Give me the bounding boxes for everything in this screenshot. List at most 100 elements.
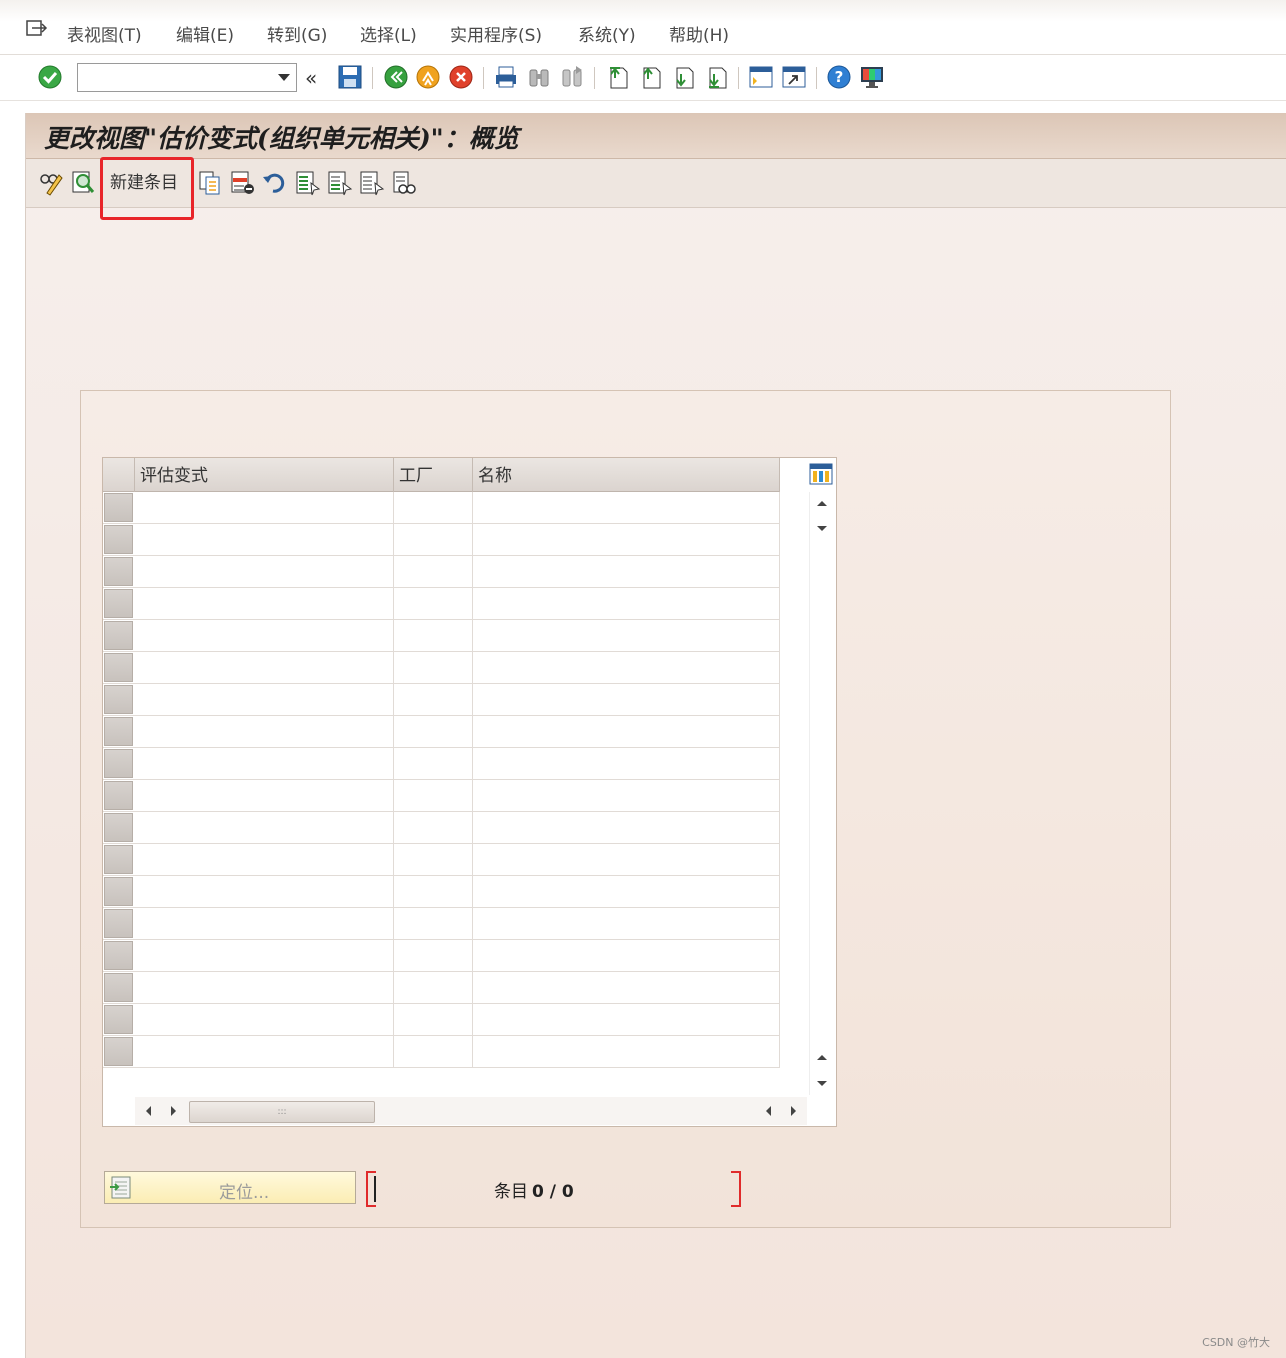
table-cell[interactable] — [394, 908, 473, 940]
page-up-icon[interactable] — [810, 1046, 834, 1070]
find-icon[interactable] — [526, 64, 552, 90]
create-session-icon[interactable] — [748, 64, 774, 90]
table-cell[interactable] — [473, 652, 780, 684]
table-cell[interactable] — [473, 556, 780, 588]
column-settings-icon[interactable] — [809, 462, 833, 486]
copy-as-icon[interactable] — [197, 169, 224, 196]
table-cell[interactable] — [394, 588, 473, 620]
table-cell[interactable] — [394, 492, 473, 524]
row-selector[interactable] — [104, 941, 133, 970]
back-icon[interactable] — [383, 64, 409, 90]
select-all-icon[interactable] — [294, 169, 321, 196]
enter-icon[interactable] — [37, 64, 63, 90]
table-cell[interactable] — [473, 524, 780, 556]
menu-help[interactable]: 帮助(H) — [669, 21, 729, 46]
table-cell[interactable] — [473, 908, 780, 940]
table-cell[interactable] — [394, 684, 473, 716]
column-header-name[interactable]: 名称 — [473, 458, 780, 492]
row-selector[interactable] — [104, 1037, 133, 1066]
scroll-down-icon[interactable] — [810, 1071, 834, 1095]
last-page-icon[interactable] — [703, 64, 729, 90]
menu-table-view[interactable]: 表视图(T) — [67, 21, 142, 46]
table-cell[interactable] — [135, 812, 394, 844]
menu-goto[interactable]: 转到(G) — [267, 21, 327, 46]
row-selector[interactable] — [104, 589, 133, 618]
table-cell[interactable] — [135, 588, 394, 620]
row-selector[interactable] — [104, 973, 133, 1002]
row-selector[interactable] — [104, 525, 133, 554]
table-cell[interactable] — [135, 972, 394, 1004]
scroll-left-icon[interactable] — [137, 1099, 161, 1123]
table-cell[interactable] — [473, 876, 780, 908]
menu-system[interactable]: 系统(Y) — [578, 21, 636, 46]
row-selector[interactable] — [104, 1005, 133, 1034]
vertical-scrollbar[interactable] — [809, 492, 833, 1095]
table-cell[interactable] — [473, 748, 780, 780]
page-down-icon[interactable] — [810, 516, 834, 540]
row-selector[interactable] — [104, 557, 133, 586]
table-cell[interactable] — [135, 492, 394, 524]
row-selector[interactable] — [104, 781, 133, 810]
table-cell[interactable] — [473, 780, 780, 812]
customize-layout-icon[interactable] — [859, 64, 885, 90]
table-cell[interactable] — [473, 492, 780, 524]
chevron-down-icon[interactable] — [278, 74, 290, 81]
row-selector[interactable] — [104, 685, 133, 714]
command-input[interactable] — [78, 64, 268, 91]
table-cell[interactable] — [473, 716, 780, 748]
table-cell[interactable] — [135, 780, 394, 812]
command-field[interactable] — [77, 63, 297, 92]
table-cell[interactable] — [473, 1004, 780, 1036]
table-cell[interactable] — [473, 940, 780, 972]
next-page-icon[interactable] — [670, 64, 696, 90]
first-page-icon[interactable] — [604, 64, 630, 90]
menu-edit[interactable]: 编辑(E) — [176, 21, 234, 46]
deselect-all-icon[interactable] — [358, 169, 385, 196]
table-cell[interactable] — [394, 620, 473, 652]
scroll-right-end-icon[interactable] — [781, 1099, 805, 1123]
table-cell[interactable] — [135, 716, 394, 748]
row-selector[interactable] — [104, 749, 133, 778]
table-cell[interactable] — [394, 524, 473, 556]
table-cell[interactable] — [135, 620, 394, 652]
menu-selection[interactable]: 选择(L) — [360, 21, 417, 46]
system-menu-icon[interactable] — [26, 20, 48, 38]
scroll-left-end-icon[interactable] — [757, 1099, 781, 1123]
select-all-corner[interactable] — [103, 458, 135, 492]
help-icon[interactable]: ? — [826, 64, 852, 90]
table-cell[interactable] — [135, 1004, 394, 1036]
table-cell[interactable] — [394, 812, 473, 844]
table-cell[interactable] — [394, 876, 473, 908]
save-icon[interactable] — [337, 64, 363, 90]
row-selector[interactable] — [104, 877, 133, 906]
column-header-valuation-variant[interactable]: 评估变式 — [135, 458, 394, 492]
horizontal-scrollbar[interactable]: ::: — [135, 1097, 807, 1125]
cancel-icon[interactable] — [448, 64, 474, 90]
table-cell[interactable] — [394, 972, 473, 1004]
table-cell[interactable] — [394, 652, 473, 684]
scroll-right-icon[interactable] — [161, 1099, 185, 1123]
delete-icon[interactable] — [229, 169, 256, 196]
row-selector[interactable] — [104, 621, 133, 650]
exit-icon[interactable] — [415, 64, 441, 90]
find-next-icon[interactable] — [559, 64, 585, 90]
table-cell[interactable] — [473, 588, 780, 620]
table-cell[interactable] — [135, 524, 394, 556]
print-icon[interactable] — [493, 64, 519, 90]
new-entries-button[interactable]: 新建条目 — [106, 169, 182, 197]
column-header-plant[interactable]: 工厂 — [394, 458, 473, 492]
shortcut-icon[interactable] — [781, 64, 807, 90]
table-cell[interactable] — [394, 844, 473, 876]
table-cell[interactable] — [473, 684, 780, 716]
display-change-icon[interactable] — [37, 169, 64, 196]
table-cell[interactable] — [394, 780, 473, 812]
position-button[interactable]: 定位... — [104, 1171, 356, 1204]
table-cell[interactable] — [394, 1036, 473, 1068]
undo-change-icon[interactable] — [261, 169, 288, 196]
table-cell[interactable] — [135, 940, 394, 972]
table-cell[interactable] — [135, 684, 394, 716]
table-cell[interactable] — [135, 748, 394, 780]
table-cell[interactable] — [135, 652, 394, 684]
row-selector[interactable] — [104, 653, 133, 682]
row-selector[interactable] — [104, 493, 133, 522]
